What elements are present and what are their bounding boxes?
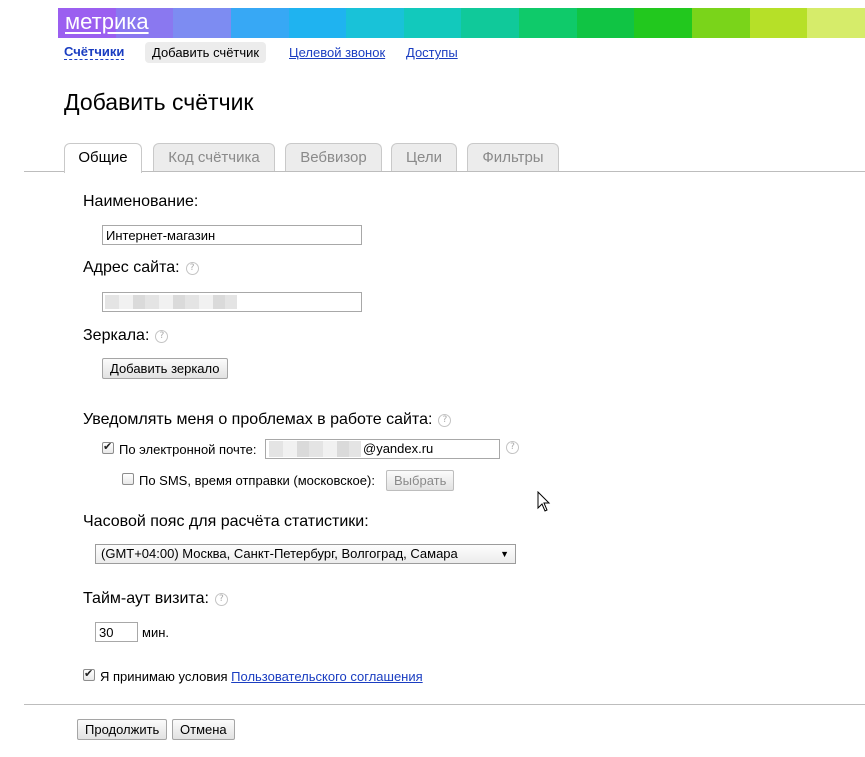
add-mirror-button[interactable]: Добавить зеркало bbox=[102, 358, 228, 379]
rainbow-segment bbox=[461, 8, 520, 38]
rainbow-segment bbox=[403, 8, 462, 38]
rainbow-segment bbox=[576, 8, 635, 38]
nav-add-counter-current: Добавить счётчик bbox=[145, 42, 267, 63]
redacted-email-user bbox=[269, 441, 361, 457]
site-address-help-icon[interactable]: ? bbox=[185, 262, 199, 275]
nav-access-link[interactable]: Доступы bbox=[406, 45, 458, 60]
timezone-selected-value: (GMT+04:00) Москва, Санкт-Петербург, Вол… bbox=[101, 546, 458, 561]
agree-text: Я принимаю условия Пользовательского сог… bbox=[100, 669, 423, 685]
rainbow-segment bbox=[288, 8, 347, 38]
email-input[interactable]: @yandex.ru bbox=[265, 439, 500, 459]
redacted-site-address bbox=[105, 295, 237, 309]
metrika-logo-link[interactable]: метрика bbox=[58, 8, 170, 38]
email-domain-text: @yandex.ru bbox=[363, 441, 434, 456]
sms-notify-label: По SMS, время отправки (московское): bbox=[139, 473, 375, 488]
name-label: Наименование: bbox=[83, 193, 199, 210]
timeout-input[interactable] bbox=[95, 622, 138, 642]
mirrors-help-icon[interactable]: ? bbox=[155, 330, 169, 343]
site-address-label: Адрес сайта:? bbox=[83, 258, 199, 278]
rainbow-segment bbox=[519, 8, 577, 38]
rainbow-segment bbox=[634, 8, 693, 38]
agree-prefix: Я принимаю условия bbox=[100, 669, 228, 684]
tab-goals[interactable]: Цели bbox=[391, 143, 457, 172]
email-help-icon[interactable]: ? bbox=[506, 441, 519, 454]
rainbow-segment bbox=[807, 8, 865, 38]
email-notify-checkbox[interactable] bbox=[102, 440, 114, 454]
cancel-button[interactable]: Отмена bbox=[172, 719, 235, 740]
rainbow-segment bbox=[346, 8, 404, 38]
nav-counters-link[interactable]: Счётчики bbox=[64, 45, 125, 60]
tabs-divider bbox=[24, 171, 865, 172]
rainbow-segment bbox=[230, 8, 289, 38]
notify-help-icon[interactable]: ? bbox=[438, 414, 452, 427]
timeout-unit: мин. bbox=[142, 625, 169, 640]
agree-checkbox[interactable] bbox=[83, 667, 95, 681]
tab-counter-code[interactable]: Код счётчика bbox=[153, 143, 275, 172]
sms-choose-time-button[interactable]: Выбрать bbox=[386, 470, 455, 491]
timeout-help-icon[interactable]: ? bbox=[214, 593, 228, 606]
site-address-label-text: Адрес сайта: bbox=[83, 259, 180, 276]
rainbow-segment bbox=[692, 8, 750, 38]
site-address-input[interactable] bbox=[102, 292, 362, 312]
email-notify-label: По электронной почте: bbox=[119, 442, 257, 457]
dropdown-arrow-icon: ▼ bbox=[500, 549, 509, 559]
timeout-label-text: Тайм-аут визита: bbox=[83, 590, 209, 607]
nav-target-call-link[interactable]: Целевой звонок bbox=[289, 45, 385, 60]
page-title: Добавить счётчик bbox=[64, 89, 254, 115]
user-agreement-link[interactable]: Пользовательского соглашения bbox=[231, 669, 423, 684]
name-input[interactable] bbox=[102, 225, 362, 245]
tab-general[interactable]: Общие bbox=[64, 143, 142, 173]
notify-label: Уведомлять меня о проблемах в работе сай… bbox=[83, 410, 452, 430]
rainbow-segment bbox=[749, 8, 808, 38]
mirrors-label-text: Зеркала: bbox=[83, 327, 150, 344]
sms-notify-checkbox[interactable] bbox=[122, 473, 134, 485]
mirrors-label: Зеркала:? bbox=[83, 326, 169, 346]
timezone-select[interactable]: (GMT+04:00) Москва, Санкт-Петербург, Вол… bbox=[95, 544, 516, 564]
timezone-label: Часовой пояс для расчёта статистики: bbox=[83, 513, 369, 530]
notify-label-text: Уведомлять меня о проблемах в работе сай… bbox=[83, 411, 433, 428]
header-rainbow-bar bbox=[58, 8, 865, 38]
rainbow-segment bbox=[173, 8, 231, 38]
form-bottom-divider bbox=[24, 704, 865, 705]
continue-button[interactable]: Продолжить bbox=[77, 719, 168, 740]
tab-filters[interactable]: Фильтры bbox=[467, 143, 559, 172]
tab-webvisor[interactable]: Вебвизор bbox=[285, 143, 382, 172]
mouse-cursor-icon bbox=[537, 491, 551, 512]
timeout-label: Тайм-аут визита:? bbox=[83, 589, 228, 609]
